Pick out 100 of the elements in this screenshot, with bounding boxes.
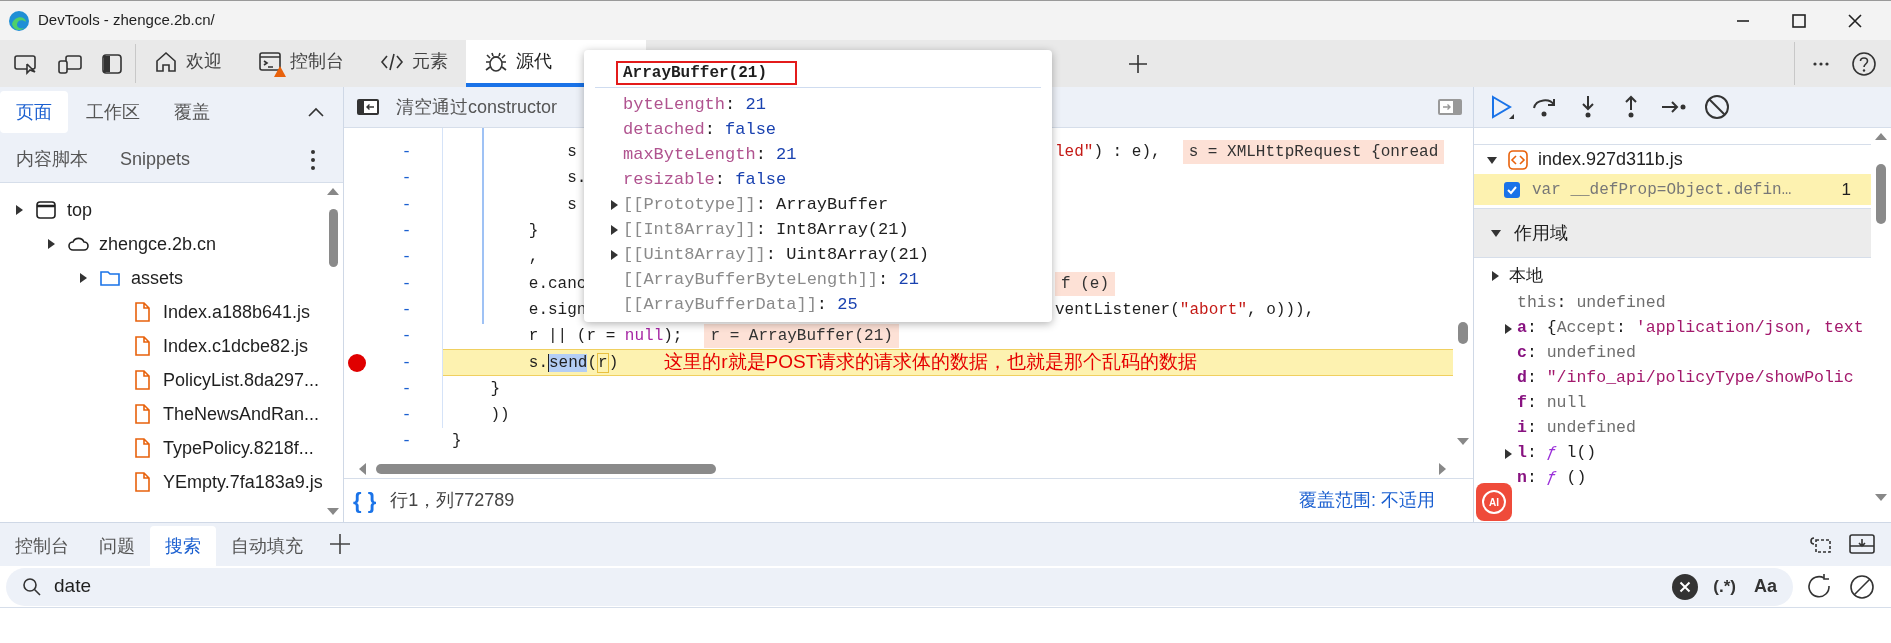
main-tab[interactable]: 欢迎	[136, 40, 240, 87]
editor-tab[interactable]: 清空通过constructor	[396, 93, 558, 121]
scope-name[interactable]: 本地	[1509, 263, 1543, 289]
scroll-down-icon[interactable]	[1875, 494, 1887, 502]
help-icon[interactable]	[1851, 50, 1877, 77]
tree-item[interactable]: PolicyList.8da297...	[163, 366, 320, 394]
collapse-icon[interactable]	[307, 106, 325, 118]
breakpoint-marker[interactable]	[348, 353, 366, 372]
match-case-toggle[interactable]: Aa	[1754, 573, 1777, 600]
tree-item[interactable]: TypePolicy.8218f...	[163, 434, 314, 462]
expand-arrow-icon[interactable]	[1490, 227, 1502, 239]
house-icon	[154, 49, 178, 74]
object-property[interactable]: maxByteLength: 21	[623, 141, 797, 168]
annotation-text: 这里的r就是POST请求的请求体的数据，也就是那个乱码的数据	[664, 350, 1198, 375]
code-text: s.	[566, 168, 587, 190]
tree-item[interactable]: TheNewsAndRan...	[163, 400, 320, 428]
inline-value: r = ArrayBuffer(21)	[704, 324, 899, 349]
navigator-tab[interactable]: Snippets	[104, 146, 207, 173]
drawer-tab[interactable]: 自动填充	[216, 526, 318, 566]
code-text: s	[566, 142, 578, 164]
tree-item[interactable]: Index.a188b641.js	[163, 298, 311, 326]
expand-arrow-icon[interactable]	[45, 238, 57, 250]
more-options-icon[interactable]	[310, 148, 316, 171]
object-property[interactable]: [[Uint8Array]]: Uint8Array(21)	[623, 241, 930, 268]
scrollbar-thumb[interactable]	[1458, 322, 1468, 344]
navigator-tab[interactable]: 工作区	[70, 91, 156, 133]
main-tab[interactable]: 元素	[362, 40, 466, 87]
navigator-tab[interactable]: 内容脚本	[0, 146, 104, 173]
code-file-icon	[1508, 149, 1528, 170]
code-text: r || (r = null);	[527, 326, 683, 348]
code-text: }	[489, 378, 500, 400]
clear-icon[interactable]	[1672, 573, 1699, 600]
scrollbar-thumb[interactable]	[1876, 164, 1886, 224]
expand-arrow-icon[interactable]	[1502, 447, 1514, 460]
object-property[interactable]: [[ArrayBufferData]]: 25	[623, 291, 858, 318]
scroll-up-icon[interactable]	[327, 187, 339, 195]
line-number: -	[400, 299, 413, 321]
tree-item[interactable]: assets	[131, 264, 184, 292]
scroll-right-icon[interactable]	[1439, 463, 1447, 475]
tree-item[interactable]: YEmpty.7fa183a9.js	[163, 468, 323, 496]
inline-value: s = XMLHttpRequest {onread	[1182, 140, 1445, 165]
drawer-tab[interactable]: 搜索	[150, 526, 216, 566]
add-tab-icon[interactable]	[328, 532, 352, 556]
refresh-icon[interactable]	[1807, 573, 1833, 600]
expand-arrow-icon[interactable]	[608, 198, 620, 211]
expand-arrow-icon[interactable]	[608, 248, 620, 261]
pretty-print-button[interactable]: { }	[353, 484, 377, 517]
expand-arrow-icon[interactable]	[77, 272, 89, 284]
tree-item[interactable]: top	[67, 196, 93, 224]
ai-assistant-button[interactable]: AI	[1476, 483, 1512, 521]
expand-arrow-icon[interactable]	[1489, 270, 1501, 282]
scroll-left-icon[interactable]	[358, 463, 366, 475]
navigator-tab[interactable]: 覆盖	[158, 91, 226, 133]
device-icon[interactable]	[57, 52, 83, 75]
search-field[interactable]: date (.*) Aa	[6, 567, 1793, 606]
cursor-position: 行1，列772789	[390, 489, 515, 512]
checkbox[interactable]	[1504, 181, 1520, 198]
browser-logo-icon	[8, 9, 30, 32]
scope-variable: f: null	[1517, 392, 1587, 415]
drawer-tab[interactable]: 控制台	[0, 526, 84, 566]
line-number: -	[400, 273, 413, 295]
tree-item[interactable]: Index.c1dcbe82.js	[163, 332, 309, 360]
object-property[interactable]: detached: false	[623, 116, 777, 143]
dock-bottom-icon[interactable]	[1849, 532, 1875, 556]
expand-arrow-icon[interactable]	[13, 204, 25, 216]
clear-results-icon[interactable]	[1849, 573, 1875, 600]
object-property[interactable]: [[Int8Array]]: Int8Array(21)	[623, 216, 909, 243]
scope-variable: a: {Accept: 'application/json, text	[1517, 317, 1864, 340]
search-icon	[22, 576, 42, 597]
navigator-tab[interactable]: 页面	[0, 91, 68, 133]
regex-toggle[interactable]: (.*)	[1713, 573, 1736, 600]
scroll-down-icon[interactable]	[327, 508, 339, 516]
inspect-icon[interactable]	[13, 52, 39, 75]
breakpoint-code[interactable]: var __defProp=Object.defin…	[1532, 177, 1792, 202]
scroll-up-icon[interactable]	[1875, 132, 1887, 140]
dock-side-icon[interactable]	[101, 52, 123, 75]
main-tab[interactable]: 控制台	[240, 40, 362, 87]
code-text: ventListener("abort", o))),	[1055, 299, 1315, 321]
object-property[interactable]: byteLength: 21	[623, 91, 766, 118]
scrollbar-thumb[interactable]	[376, 464, 716, 474]
line-number: -	[400, 405, 413, 427]
coverage-link[interactable]: 覆盖范围: 不适用	[1299, 487, 1435, 514]
code-text: ,	[527, 247, 540, 269]
object-property[interactable]: [[Prototype]]: ArrayBuffer	[623, 191, 889, 218]
inline-value: f (e)	[1055, 271, 1115, 296]
sidebar-toggle-icon[interactable]	[1437, 97, 1463, 117]
object-property[interactable]: resizable: false	[623, 166, 787, 193]
section-header[interactable]: 作用域	[1514, 219, 1568, 247]
object-property[interactable]: [[ArrayBufferByteLength]]: 21	[623, 266, 919, 293]
line-number: -	[400, 352, 413, 374]
scroll-down-icon[interactable]	[1457, 438, 1469, 446]
deactivate-breakpoints-icon[interactable]	[1703, 93, 1731, 121]
sidebar-toggle-icon[interactable]	[356, 97, 380, 117]
tree-item[interactable]: zhengce.2b.cn	[99, 230, 217, 258]
scrollbar-thumb[interactable]	[328, 209, 338, 267]
expand-arrow-icon[interactable]	[1502, 322, 1514, 335]
file-name: index.927d311b.js	[1538, 148, 1683, 171]
drawer-tab[interactable]: 问题	[84, 526, 150, 566]
expand-arrow-icon[interactable]	[608, 223, 620, 236]
code-text: }	[527, 221, 540, 243]
